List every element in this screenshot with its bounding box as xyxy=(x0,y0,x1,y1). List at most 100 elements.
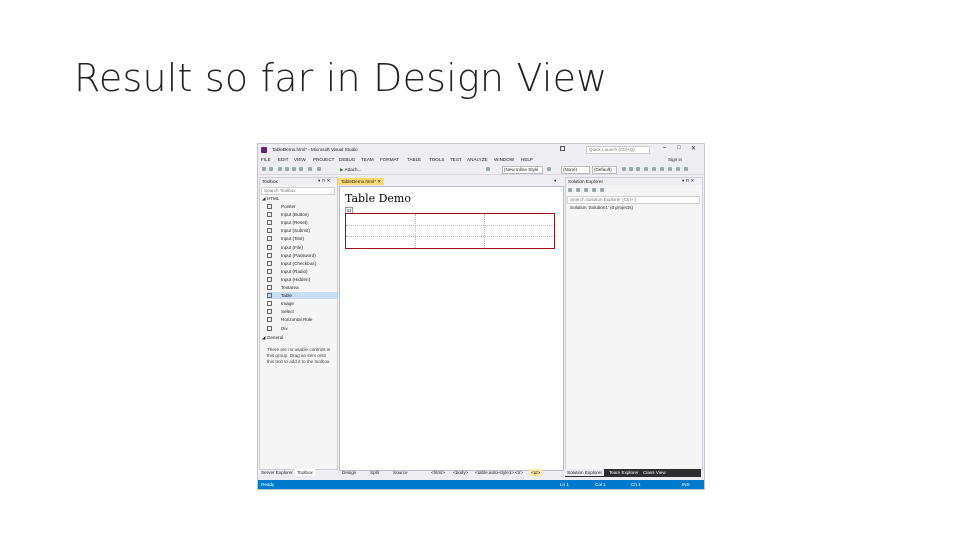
toolbox-item[interactable]: Horizontal Rule xyxy=(267,316,337,323)
redo-icon[interactable] xyxy=(317,167,321,171)
tab-toolbox[interactable]: Toolbox xyxy=(295,469,315,476)
toolbox-item[interactable]: Select xyxy=(267,308,337,315)
notification-flag-icon[interactable] xyxy=(560,146,565,151)
underline-icon[interactable] xyxy=(636,167,640,171)
find-icon[interactable] xyxy=(486,167,490,171)
quick-launch-input[interactable]: Quick Launch (Ctrl+Q) xyxy=(586,146,650,154)
toolbox-item-icon xyxy=(267,212,272,218)
toolbox-item[interactable]: Input (File) xyxy=(267,244,337,251)
menu-debug[interactable]: DEBUG xyxy=(339,157,355,162)
tab-dropdown-icon[interactable]: ▾ xyxy=(554,178,556,184)
menu-help[interactable]: HELP xyxy=(521,157,533,162)
breadcrumb-tr[interactable]: <tr> xyxy=(513,469,525,476)
visual-studio-logo-icon xyxy=(261,147,267,153)
toolbox-group-html[interactable]: ◢ HTML xyxy=(262,196,279,202)
table-row-divider xyxy=(346,225,554,226)
tab-tabledemo[interactable]: TableDemo.html* ✕ xyxy=(338,178,385,185)
bullets-icon[interactable] xyxy=(668,167,672,171)
tab-solution-explorer[interactable]: Solution Explorer xyxy=(565,469,604,476)
toolbox-item-icon xyxy=(267,285,272,290)
bold-icon[interactable] xyxy=(622,167,626,171)
open-icon[interactable] xyxy=(285,167,289,171)
italic-icon[interactable] xyxy=(629,167,633,171)
style-icon[interactable] xyxy=(547,167,551,171)
save-all-icon[interactable] xyxy=(299,167,303,171)
sign-in-link[interactable]: Sign in xyxy=(668,157,682,162)
breadcrumb-td[interactable]: <td> xyxy=(529,469,543,476)
toolbox-item[interactable]: Table xyxy=(267,292,337,300)
attach-label: Attach... xyxy=(344,167,362,172)
highlight-icon[interactable] xyxy=(652,167,656,171)
design-surface[interactable]: Table Demo td xyxy=(339,186,564,471)
toolbox-item-icon xyxy=(267,260,272,266)
menu-table[interactable]: TABLE xyxy=(407,157,421,162)
toolbox-item[interactable]: Input (Password) xyxy=(267,252,337,259)
toolbar: ▶ Attach... (New Inline Style (None) (De… xyxy=(258,165,704,175)
menu-tools[interactable]: TOOLS xyxy=(429,157,445,162)
toolbox-item[interactable]: Input (Checkbox) xyxy=(267,260,337,267)
align-icon[interactable] xyxy=(660,167,664,171)
toolbox-group-general[interactable]: ◢ General xyxy=(262,335,283,341)
toolbox-item[interactable]: Input (Radio) xyxy=(267,268,337,275)
toolbox-item[interactable]: Div xyxy=(267,325,337,332)
menu-edit[interactable]: EDIT xyxy=(278,157,288,162)
toolbox-item[interactable]: Input (Button) xyxy=(267,211,337,218)
refresh-icon[interactable] xyxy=(584,188,588,192)
tab-server-explorer[interactable]: Server Explorer xyxy=(259,469,295,476)
source-view-tab[interactable]: Source xyxy=(391,469,410,476)
solution-explorer-title: Solution Explorer xyxy=(568,179,603,184)
toolbox-item[interactable]: Image xyxy=(267,300,337,307)
tab-class-view[interactable]: Class View xyxy=(641,469,668,476)
close-button[interactable]: ✕ xyxy=(691,145,696,152)
minimize-button[interactable]: – xyxy=(663,145,666,151)
text-color-icon[interactable] xyxy=(644,167,648,171)
toolbox-item[interactable]: Input (Hidden) xyxy=(267,276,337,283)
breadcrumb-html[interactable]: <html> xyxy=(429,469,447,476)
numbering-icon[interactable] xyxy=(676,167,680,171)
size-dropdown[interactable]: (Default) xyxy=(592,166,617,174)
home-icon[interactable] xyxy=(568,188,572,192)
toolbox-title: Toolbox xyxy=(262,179,278,184)
back-icon[interactable] xyxy=(262,167,266,171)
style-dropdown[interactable]: (New Inline Style xyxy=(502,166,543,174)
forward-icon[interactable] xyxy=(269,167,273,171)
indent-icon[interactable] xyxy=(684,167,688,171)
split-view-tab[interactable]: Split xyxy=(368,469,381,476)
toolbox-general-message: There are no usable controls in this gro… xyxy=(267,346,331,364)
new-project-icon[interactable] xyxy=(278,167,282,171)
breadcrumb-body[interactable]: <body> xyxy=(451,469,470,476)
sync-icon[interactable] xyxy=(576,188,580,192)
html-table[interactable] xyxy=(345,213,555,249)
toolbox-item[interactable]: Input (Submit) xyxy=(267,227,337,234)
properties-icon[interactable] xyxy=(600,188,604,192)
solution-search-input[interactable]: Search Solution Explorer (Ctrl+;) xyxy=(567,196,700,204)
menu-test[interactable]: TEST xyxy=(450,157,462,162)
toolbox-item[interactable]: Pointer xyxy=(267,203,337,210)
menu-team[interactable]: TEAM xyxy=(361,157,374,162)
toolbox-item[interactable]: Input (Text) xyxy=(267,235,337,242)
pin-icon[interactable]: ▾ ⊓ ✕ xyxy=(682,178,694,184)
toolbox-search-input[interactable]: Search Toolbox xyxy=(261,187,335,195)
pin-icon[interactable]: ▾ ⊓ ✕ xyxy=(318,178,330,184)
start-button[interactable]: ▶ Attach... xyxy=(340,167,361,173)
tab-team-explorer[interactable]: Team Explorer xyxy=(607,469,641,476)
collapse-icon[interactable] xyxy=(592,188,596,192)
undo-icon[interactable] xyxy=(308,167,312,171)
menu-view[interactable]: VIEW xyxy=(294,157,306,162)
menu-analyze[interactable]: ANALYZE xyxy=(467,157,488,162)
menu-window[interactable]: WINDOW xyxy=(494,157,514,162)
toolbox-item[interactable]: Textarea xyxy=(267,284,337,291)
font-dropdown[interactable]: (None) xyxy=(561,166,590,174)
maximize-button[interactable]: □ xyxy=(677,145,681,151)
solution-root-node[interactable]: Solution 'Solution1' (0 projects) xyxy=(570,205,633,210)
menu-format[interactable]: FORMAT xyxy=(380,157,399,162)
design-view-tab[interactable]: Design xyxy=(340,469,358,476)
menu-file[interactable]: FILE xyxy=(261,157,271,162)
save-icon[interactable] xyxy=(292,167,296,171)
menu-project[interactable]: PROJECT xyxy=(313,157,334,162)
breadcrumb-table[interactable]: <table.auto-style1> xyxy=(473,469,516,476)
toolbox-item[interactable]: Input (Reset) xyxy=(267,219,337,226)
toolbox-item-label: Input (Text) xyxy=(281,236,304,242)
close-tab-icon[interactable]: ✕ xyxy=(377,179,381,184)
toolbox-item-label: Input (Hidden) xyxy=(281,276,311,282)
